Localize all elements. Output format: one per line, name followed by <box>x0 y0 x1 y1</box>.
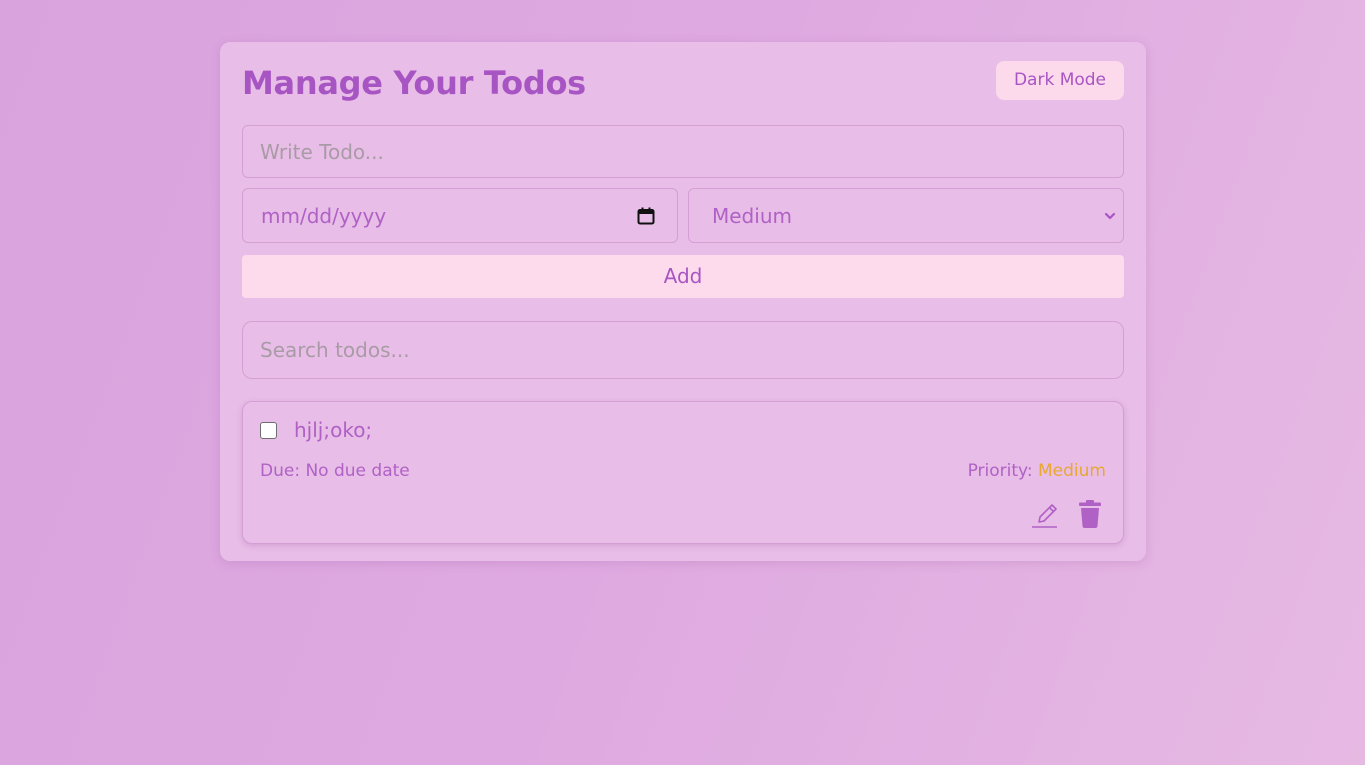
add-button[interactable]: Add <box>242 255 1124 298</box>
pencil-icon[interactable] <box>1031 500 1061 530</box>
todo-item: hjlj;oko; Due: No due date Priority: Med… <box>242 401 1124 544</box>
priority-select-value: Medium <box>712 203 792 228</box>
page-title: Manage Your Todos <box>242 64 586 102</box>
todo-priority: Priority: Medium <box>968 460 1106 482</box>
due-date-input[interactable]: mm/dd/yyyy <box>242 188 678 243</box>
todo-checkbox[interactable] <box>260 422 277 439</box>
priority-label: Priority: <box>967 461 1033 481</box>
todo-due-date: Due: No due date <box>260 461 410 481</box>
todo-input[interactable]: Write Todo... <box>242 125 1124 178</box>
priority-value: Medium <box>1038 461 1106 481</box>
dark-mode-button[interactable]: Dark Mode <box>996 61 1124 100</box>
calendar-icon[interactable] <box>637 207 655 225</box>
trash-icon[interactable] <box>1078 500 1102 528</box>
todo-text: hjlj;oko; <box>294 418 373 442</box>
todo-card: Manage Your Todos Dark Mode Write Todo..… <box>220 42 1146 561</box>
search-placeholder: Search todos... <box>260 338 410 362</box>
due-date-placeholder: mm/dd/yyyy <box>261 203 387 228</box>
todo-input-placeholder: Write Todo... <box>260 139 384 164</box>
search-input[interactable]: Search todos... <box>242 321 1124 379</box>
priority-select[interactable]: Medium <box>688 188 1124 243</box>
chevron-down-icon <box>1104 212 1116 219</box>
